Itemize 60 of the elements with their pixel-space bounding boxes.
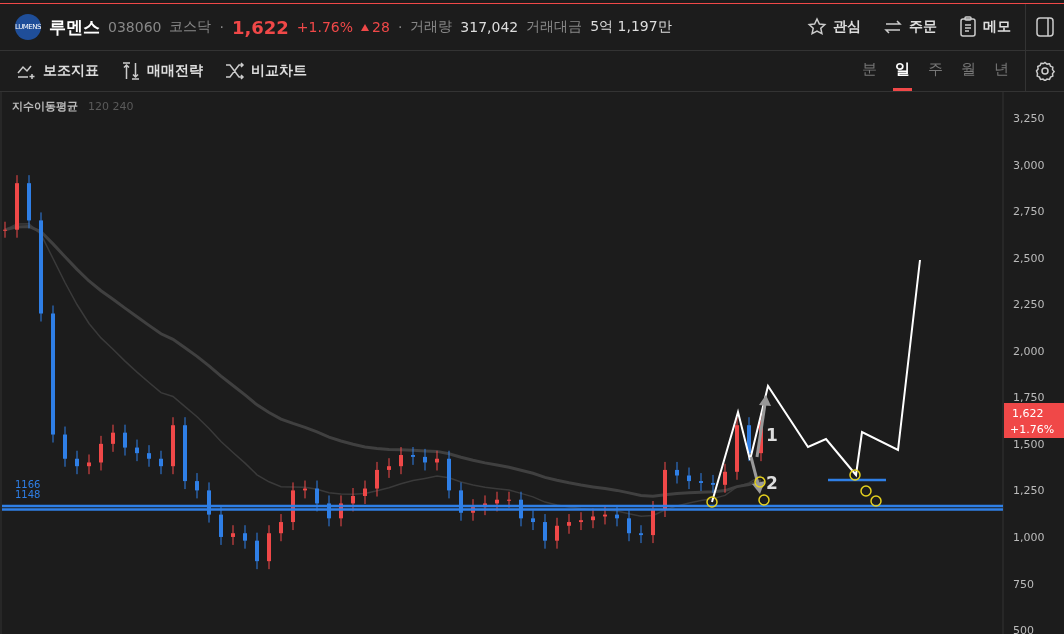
change-amount: 28 [372, 19, 390, 35]
price-label: 1,622 [1012, 407, 1044, 420]
axis-label: 1,000 [1013, 530, 1045, 544]
period-tab[interactable]: 일 [893, 51, 912, 91]
down-arrow [749, 456, 765, 494]
level-label: 1166 [15, 479, 41, 490]
change-label: +1.76% [1010, 423, 1055, 436]
axis-label: 1,750 [1013, 391, 1045, 405]
axis-label: 500 [1013, 624, 1034, 634]
tool-button[interactable]: 매매전략 [121, 61, 203, 81]
chart-line-icon [17, 63, 37, 79]
axis-label: 2,500 [1013, 251, 1045, 265]
tool-button[interactable]: 보조지표 [17, 61, 99, 81]
axis-label: 2,000 [1013, 344, 1045, 358]
marker-circle [860, 485, 872, 497]
up-triangle-icon [361, 23, 370, 31]
annotation-label: 2 [766, 473, 778, 493]
annotation-label: 1 [766, 425, 778, 445]
current-price: 1,622 [231, 16, 289, 38]
panel-toggle-icon[interactable] [1036, 17, 1054, 37]
action-button[interactable]: 관심 [807, 16, 861, 38]
marker-circle [706, 496, 718, 508]
tool-button[interactable]: 비교차트 [225, 61, 307, 81]
indicator-title: 지수이동평균 [12, 100, 78, 113]
separator: · [397, 19, 403, 35]
marker-circle [758, 494, 770, 506]
stock-code: 038060 [108, 19, 162, 35]
period-tab[interactable]: 년 [992, 51, 1011, 91]
shuffle-icon [225, 62, 245, 80]
action-button[interactable]: 메모 [959, 16, 1011, 38]
level-label: 1148 [15, 489, 41, 500]
indicator-params: 120 240 [88, 100, 134, 113]
star-icon [807, 17, 827, 37]
price-badge [1004, 403, 1064, 438]
up-down-arrows-icon [121, 61, 141, 81]
marker-circle [870, 495, 882, 507]
period-tab[interactable]: 월 [959, 51, 978, 91]
action-button[interactable]: 주문 [883, 16, 937, 38]
stock-name: 루멘스 [49, 15, 100, 39]
trade-amount-label: 거래대금 [526, 18, 583, 36]
axis-label: 2,750 [1013, 205, 1045, 219]
axis-label: 750 [1013, 577, 1034, 591]
volume-value: 317,042 [460, 19, 519, 35]
settings-icon[interactable] [1035, 61, 1055, 81]
memo-icon [959, 16, 977, 38]
separator: · [219, 19, 224, 35]
period-tab[interactable]: 주 [926, 51, 945, 91]
marker-circle [754, 476, 766, 488]
volume-label: 거래량 [410, 18, 453, 36]
axis-label: 3,000 [1013, 158, 1045, 172]
target-line [828, 478, 886, 482]
axis-label: 1,250 [1013, 484, 1045, 498]
marker-circle [849, 469, 861, 481]
axis-label: 2,250 [1013, 298, 1045, 312]
period-tab[interactable]: 분 [860, 51, 879, 91]
change-rate: +1.76% [296, 19, 354, 35]
market-label: 코스닥 [169, 18, 212, 36]
axis-label: 1,500 [1013, 437, 1045, 451]
trade-amount-value: 5억 1,197만 [590, 18, 672, 36]
axis-label: 3,250 [1013, 112, 1045, 125]
